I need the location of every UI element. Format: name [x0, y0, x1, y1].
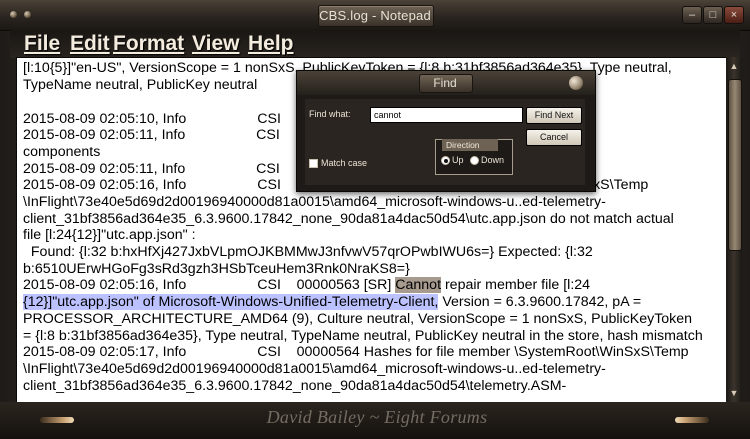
- find-dialog-titlebar[interactable]: Find: [297, 71, 595, 95]
- direction-down-radio[interactable]: [470, 156, 479, 165]
- bullet-ornament: [675, 417, 709, 423]
- direction-up-label: Up: [452, 155, 464, 165]
- text-line: client_31bf3856ad364e35_6.3.9600.17842_n…: [23, 378, 567, 394]
- text-span: repair member file [l:24: [441, 277, 591, 293]
- text-line: file [l:24{12}]"utc.app.json" :: [23, 227, 196, 243]
- text-line: 2015-08-09 02:05:10, Info CSI: [23, 111, 281, 127]
- text-line: TypeName neutral, PublicKey neutral: [23, 77, 258, 93]
- text-line: components: [23, 144, 101, 160]
- text-line: client_31bf3856ad364e35_6.3.9600.17842_n…: [23, 211, 674, 227]
- find-what-label: Find what:: [309, 109, 351, 119]
- find-next-button[interactable]: Find Next: [526, 107, 582, 124]
- find-match-highlight: Cannot: [395, 277, 442, 293]
- rivet-icon: [24, 11, 31, 18]
- direction-up-radio[interactable]: [441, 156, 450, 165]
- minimize-button[interactable]: –: [682, 6, 702, 24]
- text-line: b:6510UErwHGoFg3sRd3gzh3HSbTceuHem3Rnk0N…: [23, 261, 410, 277]
- bullet-ornament: [40, 417, 74, 423]
- cancel-button[interactable]: Cancel: [526, 129, 582, 146]
- text-line: \InFlight\73e40e5d69d2d00196940000d81a00…: [23, 361, 606, 377]
- find-close-icon[interactable]: [569, 76, 583, 90]
- scroll-down-icon[interactable]: ▼: [728, 386, 740, 400]
- text-line: PROCESSOR_ARCHITECTURE_AMD64 (9), Cultur…: [23, 311, 693, 327]
- menu-format[interactable]: Format: [113, 32, 184, 56]
- close-button[interactable]: ×: [724, 6, 744, 24]
- signature-watermark: David Bailey ~ Eight Forums: [266, 407, 488, 427]
- menu-edit[interactable]: Edit: [70, 32, 110, 56]
- find-what-input[interactable]: cannot: [370, 107, 523, 123]
- match-case-label: Match case: [321, 158, 368, 168]
- text-line: {12}]"utc.app.json" of Microsoft-Windows…: [23, 294, 641, 310]
- find-dialog-body: Find what: cannot Find Next Cancel Match…: [305, 99, 585, 185]
- text-line: Found: {l:32 b:hxHfXj427JxbVLpmOJKBMMwJ3…: [23, 244, 593, 260]
- match-case-checkbox[interactable]: [309, 159, 318, 168]
- rivet-icon: [10, 11, 17, 18]
- scroll-thumb[interactable]: [728, 79, 742, 251]
- window-title: CBS.log - Notepad: [319, 8, 431, 23]
- text-line: 2015-08-09 02:05:16, Info CSI 00000563 […: [23, 277, 590, 293]
- menu-help[interactable]: Help: [248, 32, 294, 56]
- menu-bar: File Edit Format View Help: [10, 30, 740, 58]
- text-line: = {l:8 b:31bf3856ad364e35}, Type neutral…: [23, 328, 703, 344]
- text-line: 2015-08-09 02:05:17, Info CSI 00000564 H…: [23, 344, 689, 360]
- find-dialog: Find Find what: cannot Find Next Cancel …: [296, 70, 596, 192]
- direction-group: Direction Up Down: [435, 139, 513, 175]
- title-bar[interactable]: CBS.log - Notepad – □ ×: [0, 0, 750, 31]
- vertical-scrollbar[interactable]: ▲ ▼: [726, 57, 742, 402]
- direction-down-label: Down: [481, 155, 505, 165]
- text-span: 2015-08-09 02:05:16, Info CSI 00000563 […: [23, 277, 396, 293]
- text-line: \InFlight\73e40e5d69d2d00196940000d81a00…: [23, 194, 606, 210]
- direction-label: Direction: [442, 139, 498, 151]
- menu-file[interactable]: File: [24, 32, 60, 56]
- scroll-up-icon[interactable]: ▲: [728, 59, 740, 73]
- text-span: Version = 6.3.9600.17842, pA =: [438, 294, 642, 310]
- text-selection: {12}]"utc.app.json" of Microsoft-Windows…: [23, 294, 439, 310]
- menu-view[interactable]: View: [192, 32, 239, 56]
- find-dialog-title: Find: [433, 76, 457, 90]
- maximize-button[interactable]: □: [703, 6, 723, 24]
